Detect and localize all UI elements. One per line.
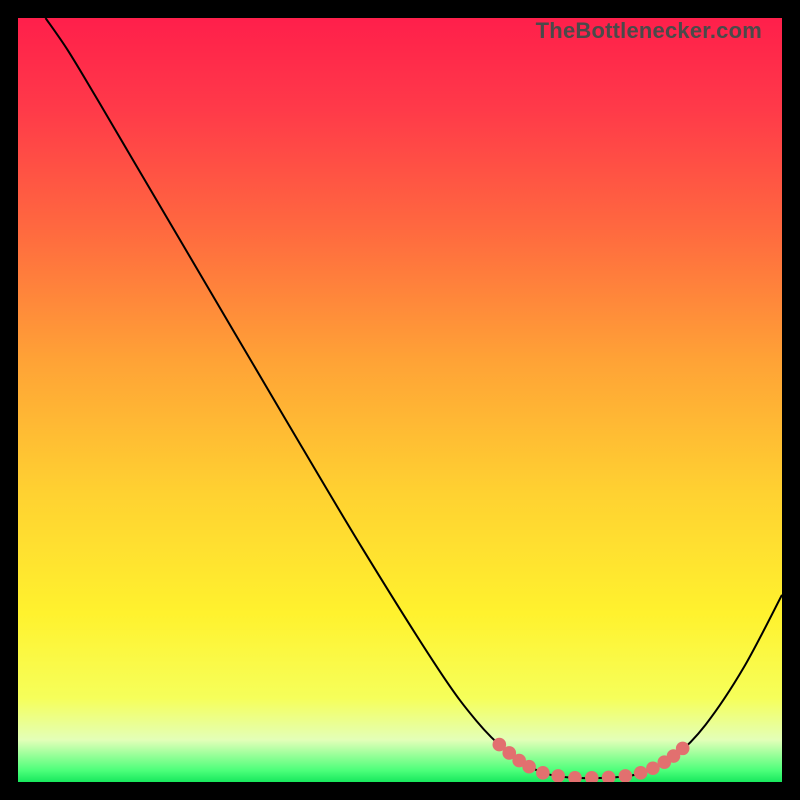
watermark-text: TheBottlenecker.com bbox=[536, 18, 762, 44]
marker-dot bbox=[676, 742, 690, 756]
chart-background bbox=[18, 18, 782, 782]
marker-dot bbox=[536, 766, 550, 780]
bottleneck-chart bbox=[18, 18, 782, 782]
chart-frame: TheBottlenecker.com bbox=[18, 18, 782, 782]
marker-dot bbox=[522, 760, 536, 774]
marker-dot bbox=[634, 766, 648, 780]
marker-dot bbox=[646, 761, 660, 775]
